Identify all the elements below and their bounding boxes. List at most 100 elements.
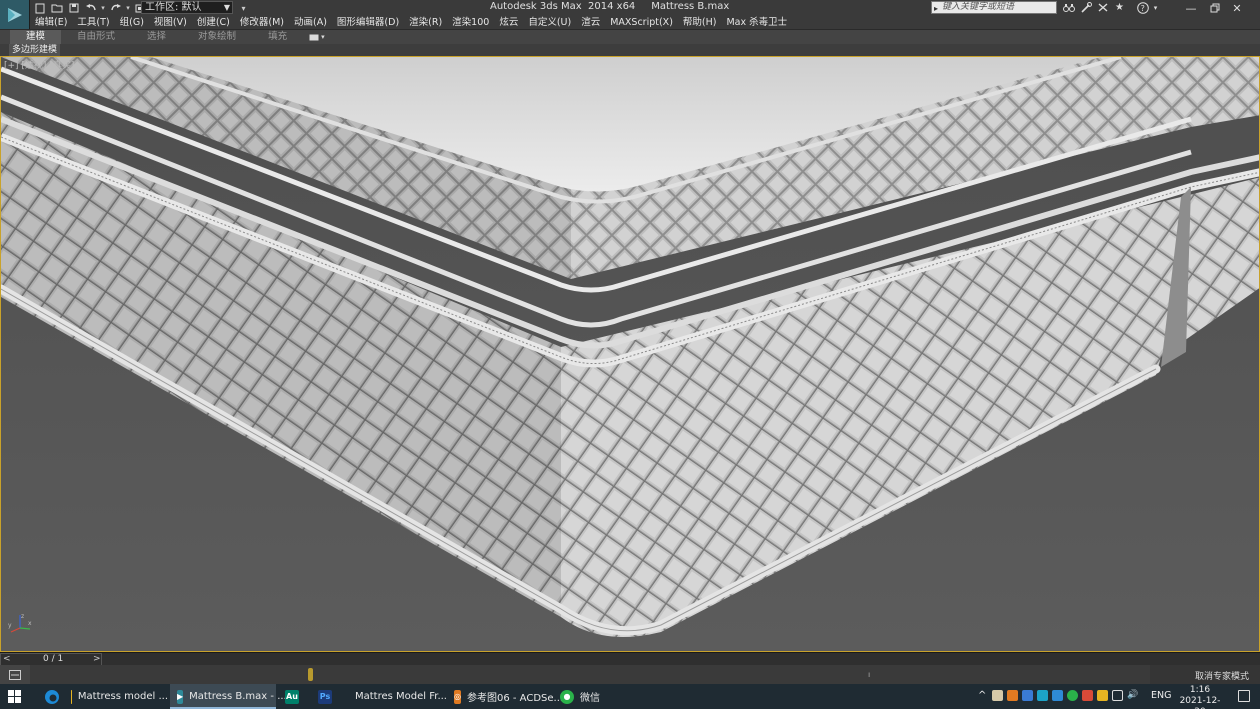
menu-help[interactable]: 帮助(H) [678, 16, 722, 29]
ribbon-tab-bar: 建模 自由形式 选择 对象绘制 填充 ▾ [0, 29, 1260, 44]
menu-modifiers[interactable]: 修改器(M) [235, 16, 289, 29]
frame-counter: 0 / 1 [43, 654, 64, 664]
notification-center-icon[interactable] [1238, 690, 1250, 702]
expand-toolbar-icon[interactable]: ▾ [236, 2, 251, 15]
polygon-modeling-tab[interactable]: 多边形建模 [9, 44, 61, 56]
star-icon[interactable]: ★ [1112, 1, 1127, 14]
taskbar-edge[interactable] [38, 684, 66, 709]
search-expand-icon[interactable]: ▸ [934, 3, 938, 14]
time-marker[interactable] [308, 668, 313, 681]
open-file-icon[interactable] [49, 2, 64, 15]
taskbar-app-3dsmax[interactable]: ▶ Mattress B.max - ... [170, 684, 287, 709]
prev-frame-icon[interactable]: < [3, 654, 11, 664]
tab-populate[interactable]: 填充 [252, 30, 303, 44]
system-clock[interactable]: 1:16 2021-12-20 [1175, 685, 1225, 709]
tab-modeling[interactable]: 建模 [10, 30, 62, 44]
search-input[interactable]: ▸ 键入关键字或短语 [931, 1, 1057, 14]
taskbar-app-label: 参考图06 - ACDSe... [466, 693, 564, 704]
redo-icon[interactable] [108, 2, 123, 15]
menu-graph-editors[interactable]: 图形编辑器(D) [332, 16, 404, 29]
taskbar-app-explorer[interactable]: Mattress model ... [64, 684, 168, 709]
binoculars-icon[interactable] [1061, 1, 1076, 14]
menu-customize[interactable]: 自定义(U) [523, 16, 576, 29]
track-bar: ı 取消专家模式 [0, 665, 1260, 684]
wechat-icon: ● [560, 689, 574, 704]
redo-dropdown-icon[interactable]: ▾ [125, 2, 131, 15]
taskbar-app-wechat[interactable]: ● 微信 [553, 684, 601, 709]
taskbar-app-audition[interactable]: Au [278, 684, 305, 709]
next-frame-icon[interactable]: > [93, 654, 101, 664]
system-tray: ^ 🔊 [978, 690, 1142, 701]
tray-folder-icon[interactable] [1007, 690, 1019, 701]
menu-tools[interactable]: 工具(T) [72, 16, 114, 29]
audition-icon: Au [285, 689, 299, 704]
subscription-icon[interactable] [1078, 1, 1093, 14]
title-bar: ▾ ▾ 工作区: 默认 ▼ ▾ Autodesk 3ds Max 2014 x6… [0, 0, 1260, 32]
menu-render100[interactable]: 渲染100 [447, 16, 494, 29]
menu-animation[interactable]: 动画(A) [289, 16, 332, 29]
menu-bar: 编辑(E) 工具(T) 组(G) 视图(V) 创建(C) 修改器(M) 动画(A… [30, 16, 1260, 29]
chevron-up-icon[interactable]: ^ [978, 690, 986, 701]
tray-cloud-icon[interactable] [1052, 690, 1064, 701]
chevron-down-icon: ▼ [223, 3, 230, 12]
taskbar-app-label: 微信 [580, 693, 600, 704]
info-center-tools: ★ ? ▾ [1061, 1, 1161, 14]
menu-max-antivirus[interactable]: Max 杀毒卫士 [721, 16, 792, 29]
menu-group[interactable]: 组(G) [115, 16, 149, 29]
ribbon-minimize-button[interactable]: ▾ [309, 33, 325, 41]
tray-network-app-icon[interactable] [1037, 690, 1049, 701]
workspace-label: 工作区: 默认 [145, 2, 202, 13]
save-icon[interactable] [66, 2, 81, 15]
app-logo-icon[interactable] [0, 0, 30, 32]
toolbar-overflow: ▾ [236, 1, 253, 15]
folder-icon [71, 689, 72, 704]
windows-start-icon[interactable] [8, 690, 21, 703]
clock-time: 1:16 [1189, 685, 1211, 695]
tray-bell-icon[interactable] [1097, 690, 1109, 701]
new-file-icon[interactable] [32, 2, 47, 15]
display-icon[interactable] [1112, 690, 1124, 701]
input-language[interactable]: ENG [1151, 690, 1171, 701]
tray-security-icon[interactable] [1082, 690, 1094, 701]
tray-wechat-icon[interactable] [1067, 690, 1079, 701]
menu-maxscript[interactable]: MAXScript(X) [605, 16, 678, 29]
track-tick: ı [868, 670, 871, 679]
svg-text:?: ? [1140, 4, 1144, 13]
help-dropdown-icon[interactable]: ▾ [1152, 1, 1159, 14]
workspace-dropdown[interactable]: 工作区: 默认 ▼ [141, 1, 233, 14]
expert-mode-cancel[interactable]: 取消专家模式 [1195, 669, 1249, 682]
undo-dropdown-icon[interactable]: ▾ [100, 2, 106, 15]
volume-icon[interactable]: 🔊 [1127, 690, 1138, 701]
undo-icon[interactable] [83, 2, 98, 15]
axis-label-z: z [21, 613, 24, 620]
windows-taskbar: Mattress model ... ▶ Mattress B.max - ..… [0, 684, 1260, 709]
menu-create[interactable]: 创建(C) [192, 16, 235, 29]
menu-xuanyun[interactable]: 炫云 [494, 16, 523, 29]
time-slider-bar: < 0 / 1 > [0, 652, 1260, 666]
menu-edit[interactable]: 编辑(E) [30, 16, 72, 29]
menu-xuanyun-render[interactable]: 渲云 [576, 16, 605, 29]
tab-selection[interactable]: 选择 [131, 30, 182, 44]
taskbar-app-acdsee[interactable]: ◎ 参考图06 - ACDSe... [447, 684, 563, 709]
menu-rendering[interactable]: 渲染(R) [404, 16, 447, 29]
taskbar-app-photoshop[interactable]: Ps [311, 684, 338, 709]
menu-views[interactable]: 视图(V) [149, 16, 192, 29]
track-bar-toggle-icon[interactable] [0, 665, 30, 684]
chevron-down-icon: ▾ [321, 33, 325, 41]
close-icon[interactable]: ✕ [1214, 0, 1260, 16]
taskbar-app-label: Mattress B.max - ... [189, 691, 287, 702]
taskbar-app-chrome[interactable]: Mattres Model Fr... [342, 684, 447, 709]
axis-label-x: x [28, 620, 32, 627]
edge-icon [45, 689, 59, 704]
viewport-label[interactable]: [+] [透视] [真实] [4, 58, 74, 71]
tab-object-paint[interactable]: 对象绘制 [182, 30, 252, 44]
help-icon[interactable]: ? [1135, 1, 1150, 14]
tray-shield-icon[interactable] [1022, 690, 1034, 701]
track-bar-timeline[interactable] [30, 665, 1150, 684]
communication-icon[interactable] [1095, 1, 1110, 14]
tab-freeform[interactable]: 自由形式 [61, 30, 131, 44]
axis-label-y: y [8, 622, 12, 629]
tray-app-icon[interactable] [992, 690, 1004, 701]
perspective-viewport[interactable]: [+] [透视] [真实] x y z [0, 56, 1260, 652]
taskbar-app-label: Mattres Model Fr... [355, 691, 447, 702]
